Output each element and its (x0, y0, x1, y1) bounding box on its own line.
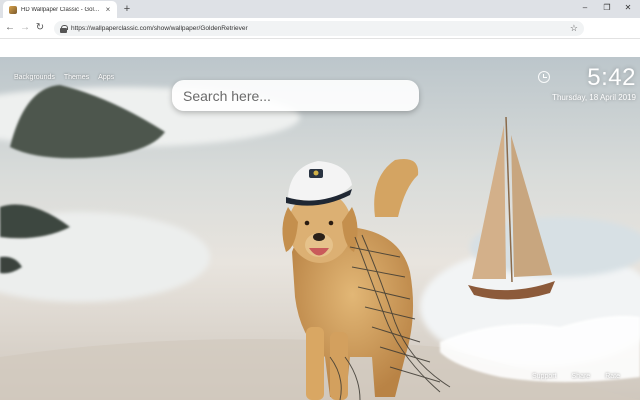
browser-window: HD Wallpaper Classic - GoldenRetriever ×… (0, 0, 640, 400)
close-window-button[interactable]: ✕ (621, 2, 635, 14)
star-icon[interactable]: ☆ (570, 23, 578, 34)
tab-strip: HD Wallpaper Classic - GoldenRetriever ×… (0, 0, 640, 18)
tab-close-icon[interactable]: × (103, 5, 113, 14)
nav-link-backgrounds[interactable]: Backgrounds (14, 74, 55, 81)
reload-button[interactable]: ↻ (34, 22, 46, 34)
top-nav: Backgrounds Themes Apps (14, 74, 114, 81)
lock-icon (60, 24, 68, 33)
nav-link-themes[interactable]: Themes (64, 74, 89, 81)
clock-icon[interactable] (538, 71, 550, 83)
footer-link-rate[interactable]: Rate (605, 373, 620, 380)
browser-toolbar: ← → ↻ https://wallpaperclassic.com/show/… (0, 18, 640, 39)
footer-link-support[interactable]: Support (532, 373, 557, 380)
search-box[interactable] (172, 80, 419, 111)
url-text[interactable]: https://wallpaperclassic.com/show/wallpa… (71, 25, 570, 32)
wallpaper-page: Backgrounds Themes Apps 5:42 Thursday, 1… (0, 57, 640, 400)
footer-link-share[interactable]: Share (572, 373, 591, 380)
minimize-button[interactable]: – (578, 2, 592, 14)
favicon-icon (9, 5, 17, 14)
tab-title: HD Wallpaper Classic - GoldenRetriever (21, 6, 103, 13)
forward-button[interactable]: → (19, 22, 31, 34)
page-top-spacer (0, 39, 640, 57)
nav-link-apps[interactable]: Apps (98, 74, 114, 81)
maximize-button[interactable]: ❐ (600, 2, 614, 14)
clock-time: 5:42 (587, 64, 636, 91)
back-button[interactable]: ← (4, 22, 16, 34)
search-input[interactable] (183, 87, 408, 104)
clock-widget: 5:42 Thursday, 18 April 2019 (538, 64, 636, 102)
new-tab-button[interactable]: + (121, 3, 133, 15)
clock-date: Thursday, 18 April 2019 (552, 93, 636, 102)
footer-links: Support Share Rate (532, 373, 620, 380)
address-bar[interactable]: https://wallpaperclassic.com/show/wallpa… (54, 21, 584, 36)
active-tab[interactable]: HD Wallpaper Classic - GoldenRetriever × (3, 1, 117, 18)
